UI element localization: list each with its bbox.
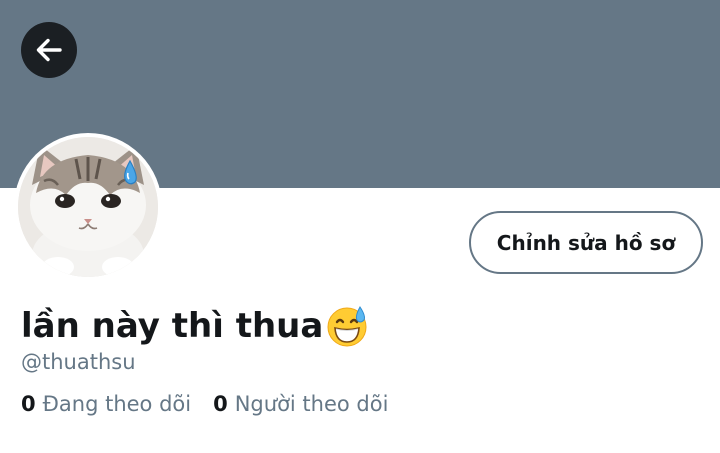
avatar[interactable] (14, 133, 162, 281)
following-count: 0 (21, 392, 36, 416)
display-name-text: lần này thì thua (21, 306, 324, 346)
profile-page: Chỉnh sửa hồ sơ lần này thì thua @thuath… (0, 0, 720, 453)
arrow-left-icon (36, 38, 62, 62)
following-label: Đang theo dõi (42, 392, 192, 416)
grinning-face-with-sweat-icon (327, 306, 367, 347)
follow-stats: 0 Đang theo dõi 0 Người theo dõi (21, 392, 388, 416)
cat-avatar-image (18, 137, 158, 277)
profile-handle: @thuathsu (21, 350, 136, 374)
followers-label: Người theo dõi (234, 392, 389, 416)
followers-link[interactable]: 0 Người theo dõi (213, 392, 388, 416)
following-link[interactable]: 0 Đang theo dõi (21, 392, 191, 416)
back-button[interactable] (21, 22, 77, 78)
followers-count: 0 (213, 392, 228, 416)
edit-profile-button[interactable]: Chỉnh sửa hồ sơ (469, 211, 703, 274)
display-name: lần này thì thua (21, 303, 369, 349)
